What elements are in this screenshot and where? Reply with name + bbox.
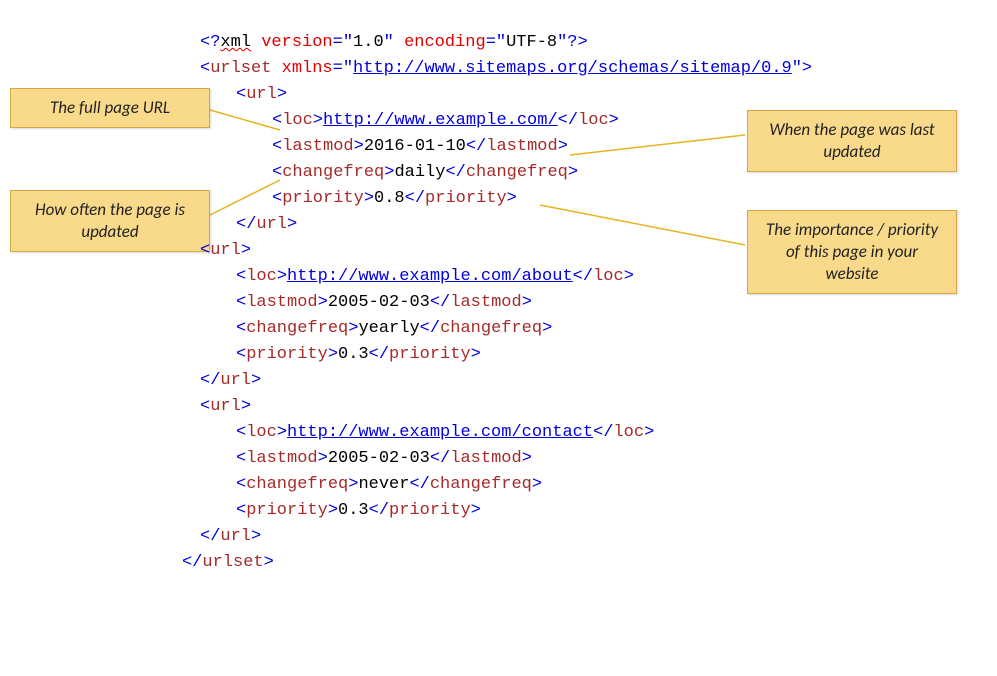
- xmlns-link: http://www.sitemaps.org/schemas/sitemap/…: [353, 59, 792, 78]
- url-priority-1: 0.8: [374, 189, 405, 208]
- url-loc-1: http://www.example.com/: [323, 111, 558, 130]
- urlset-close: </urlset>: [182, 550, 812, 576]
- url-changefreq-2: yearly: [358, 319, 419, 338]
- url-changefreq-3: never: [358, 475, 409, 494]
- url-lastmod-2: 2005-02-03: [328, 293, 430, 312]
- xml-declaration: <?xml version="1.0" encoding="UTF-8"?>: [200, 30, 812, 56]
- url-loc-2: http://www.example.com/about: [287, 267, 573, 286]
- callout-changefreq: How often the page is updated: [10, 190, 210, 252]
- url-loc-3: http://www.example.com/contact: [287, 423, 593, 442]
- url-priority-3: 0.3: [338, 501, 369, 520]
- urlset-open: <urlset xmlns="http://www.sitemaps.org/s…: [200, 56, 812, 82]
- xml-encoding: UTF-8: [506, 33, 557, 52]
- xml-sitemap-code: <?xml version="1.0" encoding="UTF-8"?> <…: [200, 30, 812, 576]
- url-lastmod-3: 2005-02-03: [328, 449, 430, 468]
- url-changefreq-1: daily: [394, 163, 445, 182]
- url-priority-2: 0.3: [338, 345, 369, 364]
- callout-full-url: The full page URL: [10, 88, 210, 128]
- xml-version: 1.0: [353, 33, 384, 52]
- url-lastmod-1: 2016-01-10: [364, 137, 466, 156]
